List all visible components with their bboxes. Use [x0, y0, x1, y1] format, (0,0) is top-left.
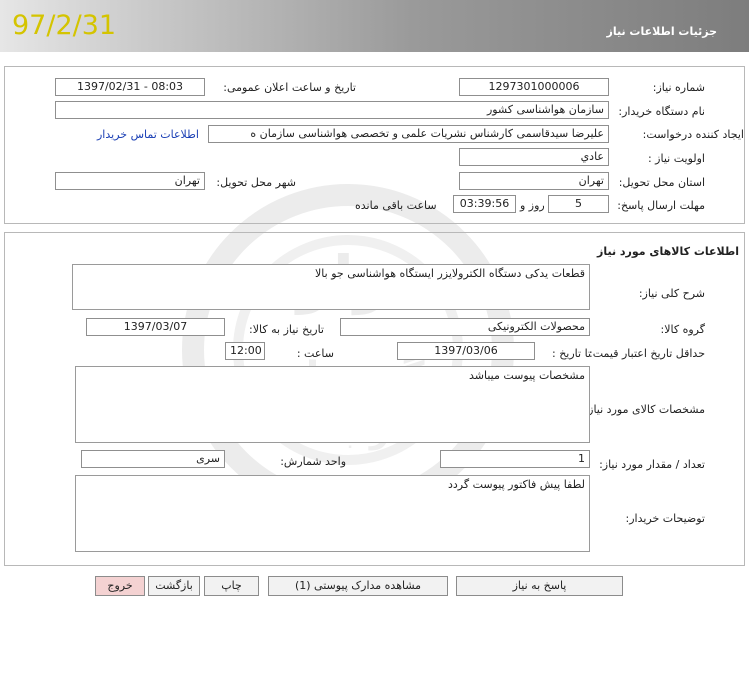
priority-label: اولویت نیاز :	[647, 152, 705, 165]
priority-field: عادي	[459, 148, 609, 166]
city-label: شهر محل تحویل:	[216, 176, 296, 189]
print-button[interactable]: چاپ	[204, 576, 259, 596]
buyer-org-label: نام دستگاه خریدار:	[618, 105, 705, 118]
city-field: تهران	[55, 172, 205, 190]
goods-section-title: اطلاعات کالاهای مورد نیاز	[597, 245, 739, 258]
days-and-label: روز و	[520, 199, 545, 212]
buyer-notes-field: لطفا پیش فاکتور پیوست گردد	[75, 475, 590, 552]
price-validity-label: حداقل تاریخ اعتبار قیمت:	[589, 347, 705, 360]
announce-datetime-label: تاریخ و ساعت اعلان عمومی:	[223, 81, 356, 94]
time-field: 12:00	[225, 342, 265, 360]
remaining-label: ساعت باقی مانده	[355, 199, 437, 212]
specs-label: مشخصات کالای مورد نیاز:	[584, 403, 705, 416]
reply-button[interactable]: پاسخ به نیاز	[456, 576, 623, 596]
need-date-field: 1397/03/07	[86, 318, 225, 336]
creator-label: ایجاد کننده درخواست:	[642, 128, 744, 141]
deadline-time-field: 03:39:56	[453, 195, 516, 213]
need-number-field: 1297301000006	[459, 78, 609, 96]
announce-datetime-field: 1397/02/31 - 08:03	[55, 78, 205, 96]
page-title: جزئیات اطلاعات نیاز	[606, 25, 718, 38]
quantity-label: تعداد / مقدار مورد نیاز:	[599, 458, 705, 471]
exit-button[interactable]: خروج	[95, 576, 145, 596]
general-desc-label: شرح کلی نیاز:	[638, 287, 705, 300]
need-number-label: شماره نیاز:	[652, 81, 705, 94]
buyer-org-field: سازمان هواشناسی کشور	[55, 101, 609, 119]
quantity-field: 1	[440, 450, 590, 468]
until-date-label: تا تاریخ :	[552, 347, 591, 360]
creator-field: علیرضا سیدقاسمی کارشناس نشریات علمی و تخ…	[208, 125, 609, 143]
time-label: ساعت :	[296, 347, 334, 360]
unit-field: سری	[81, 450, 225, 468]
general-desc-field: قطعات یدکی دستگاه الکترولایزر ایستگاه هو…	[72, 264, 590, 310]
header-date: 97/2/31	[12, 10, 117, 41]
province-label: استان محل تحویل:	[618, 176, 705, 189]
goods-group-field: محصولات الکترونیکی	[340, 318, 590, 336]
buyer-contact-link[interactable]: اطلاعات تماس خریدار	[97, 128, 199, 141]
deadline-days-field: 5	[548, 195, 609, 213]
deadline-label: مهلت ارسال پاسخ:	[617, 199, 705, 212]
view-docs-button[interactable]: مشاهده مدارک پیوستی (1)	[268, 576, 448, 596]
unit-label: واحد شمارش:	[280, 455, 346, 468]
specs-field: مشخصات پیوست میباشد	[75, 366, 590, 443]
goods-group-label: گروه کالا:	[660, 323, 705, 336]
province-field: تهران	[459, 172, 609, 190]
buyer-notes-label: توضیحات خریدار:	[625, 512, 706, 525]
until-date-field: 1397/03/06	[397, 342, 535, 360]
need-date-label: تاریخ نیاز به کالا:	[249, 323, 324, 336]
back-button[interactable]: بازگشت	[148, 576, 200, 596]
